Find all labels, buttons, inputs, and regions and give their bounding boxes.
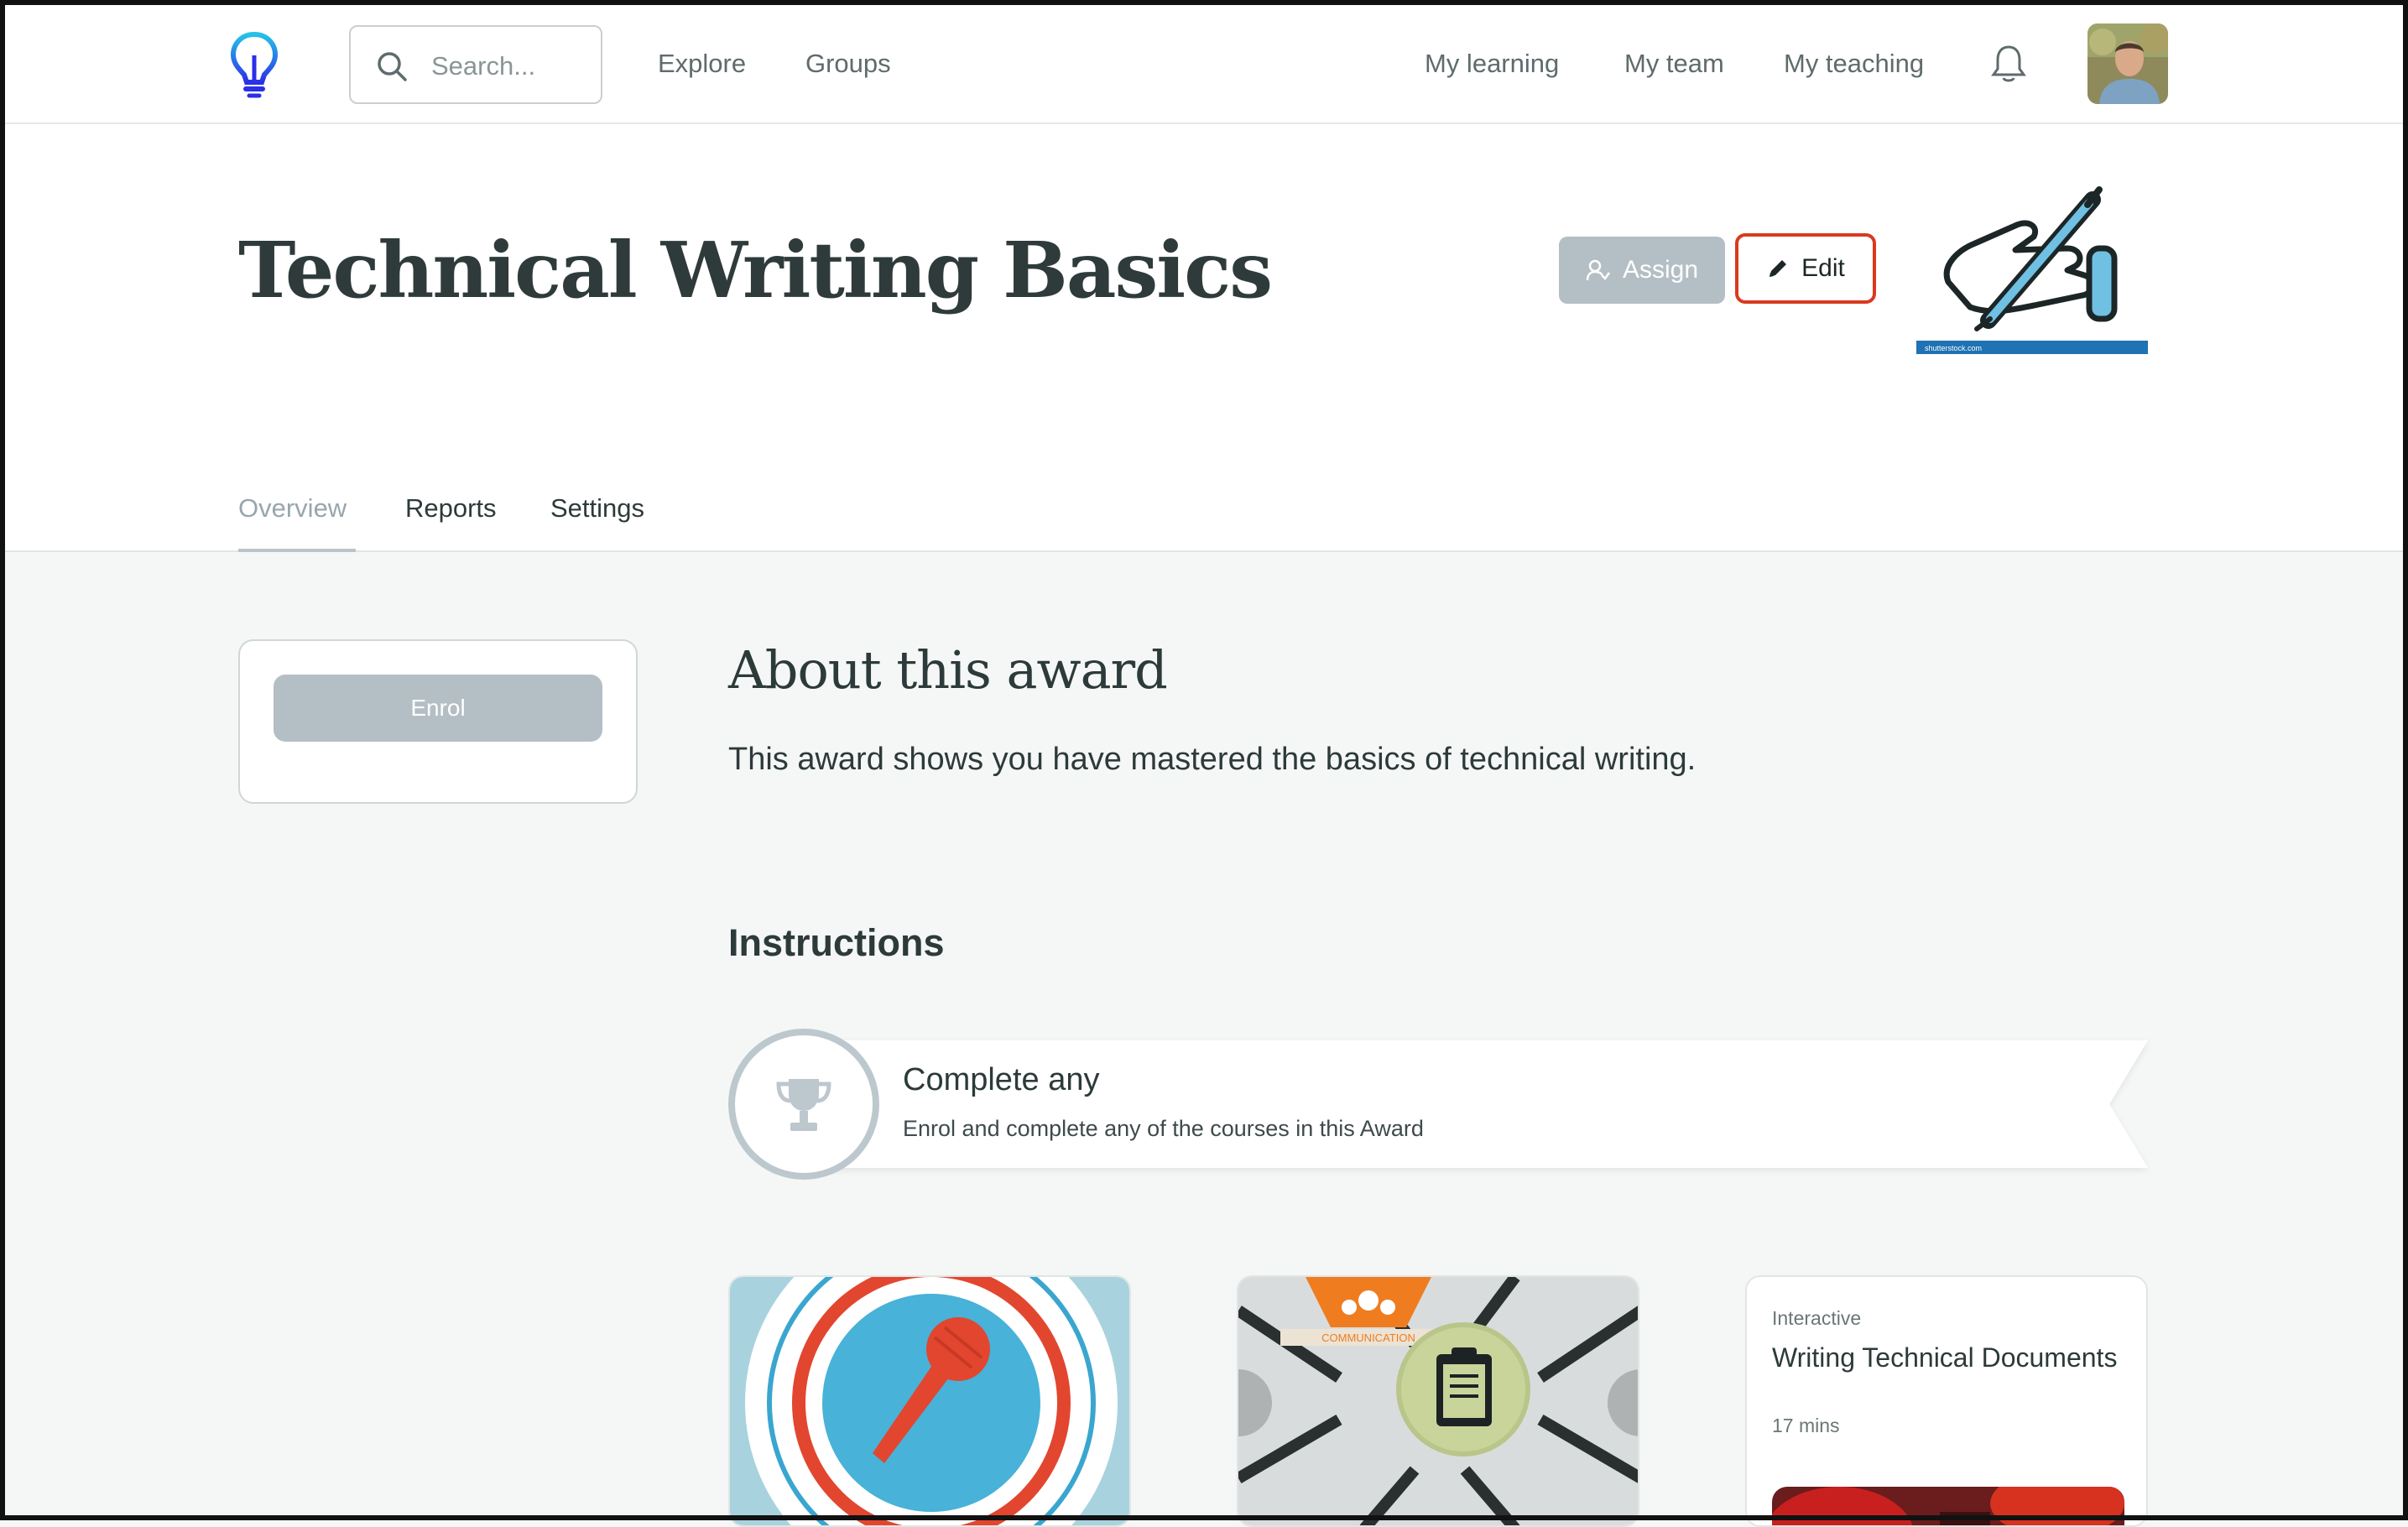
tab-reports[interactable]: Reports — [405, 493, 497, 524]
award-description: This award shows you have mastered the b… — [728, 742, 1697, 777]
user-avatar[interactable] — [2087, 23, 2168, 104]
assign-button-label: Assign — [1622, 256, 1699, 284]
award-image-watermark: shutterstock.com — [1925, 344, 1982, 352]
award-header: Technical Writing Basics Assign Edit shu… — [0, 124, 2408, 552]
nav-my-team[interactable]: My team — [1624, 47, 1724, 81]
course-title: Writing Technical Documents — [1772, 1342, 2118, 1373]
nav-explore[interactable]: Explore — [658, 47, 746, 81]
instruction-step-banner — [789, 1040, 2148, 1168]
pencil-icon — [1770, 260, 1787, 277]
course-duration: 17 mins — [1772, 1415, 1840, 1436]
enrol-card: Enrol — [238, 639, 638, 804]
instruction-step-title: Complete any — [903, 1062, 1100, 1097]
edit-button-label: Edit — [1801, 254, 1845, 282]
clipboard-icon: COMMUNICATION — [1238, 1277, 1638, 1525]
enrol-button[interactable]: Enrol — [274, 675, 602, 742]
edit-button[interactable]: Edit — [1735, 233, 1876, 304]
about-title: About this award — [728, 639, 1168, 701]
search-input[interactable] — [430, 42, 592, 91]
trophy-icon — [776, 1079, 831, 1131]
nav-my-teaching[interactable]: My teaching — [1784, 47, 1924, 81]
course-card[interactable]: COMMUNICATION — [1237, 1275, 1639, 1527]
active-tab-indicator — [238, 549, 356, 552]
top-navbar: Explore Groups My learning My team My te… — [0, 0, 2408, 124]
tab-settings[interactable]: Settings — [550, 493, 644, 524]
award-image: shutterstock.com — [1916, 156, 2148, 354]
course-badge-label: COMMUNICATION — [1321, 1332, 1415, 1344]
tab-overview[interactable]: Overview — [238, 493, 347, 524]
search-icon — [378, 52, 407, 81]
course-type: Interactive — [1772, 1307, 1862, 1329]
bell-icon[interactable] — [1990, 44, 2027, 84]
microphone-icon — [730, 1277, 1129, 1525]
lightbulb-logo-icon[interactable] — [228, 30, 280, 99]
search-box[interactable] — [349, 25, 602, 104]
trophy-badge — [728, 1029, 879, 1180]
course-card[interactable]: Interactive Writing Technical Documents … — [1745, 1275, 2148, 1527]
page-title: Technical Writing Basics — [238, 225, 1273, 315]
nav-my-learning[interactable]: My learning — [1425, 47, 1559, 81]
course-card[interactable] — [728, 1275, 1131, 1527]
assign-button[interactable]: Assign — [1559, 237, 1725, 304]
instructions-title: Instructions — [728, 921, 945, 964]
user-check-icon — [1586, 259, 1610, 281]
course-thumbnail — [1772, 1487, 2124, 1525]
instruction-step-subtitle: Enrol and complete any of the courses in… — [903, 1116, 1424, 1141]
nav-groups[interactable]: Groups — [805, 47, 891, 81]
